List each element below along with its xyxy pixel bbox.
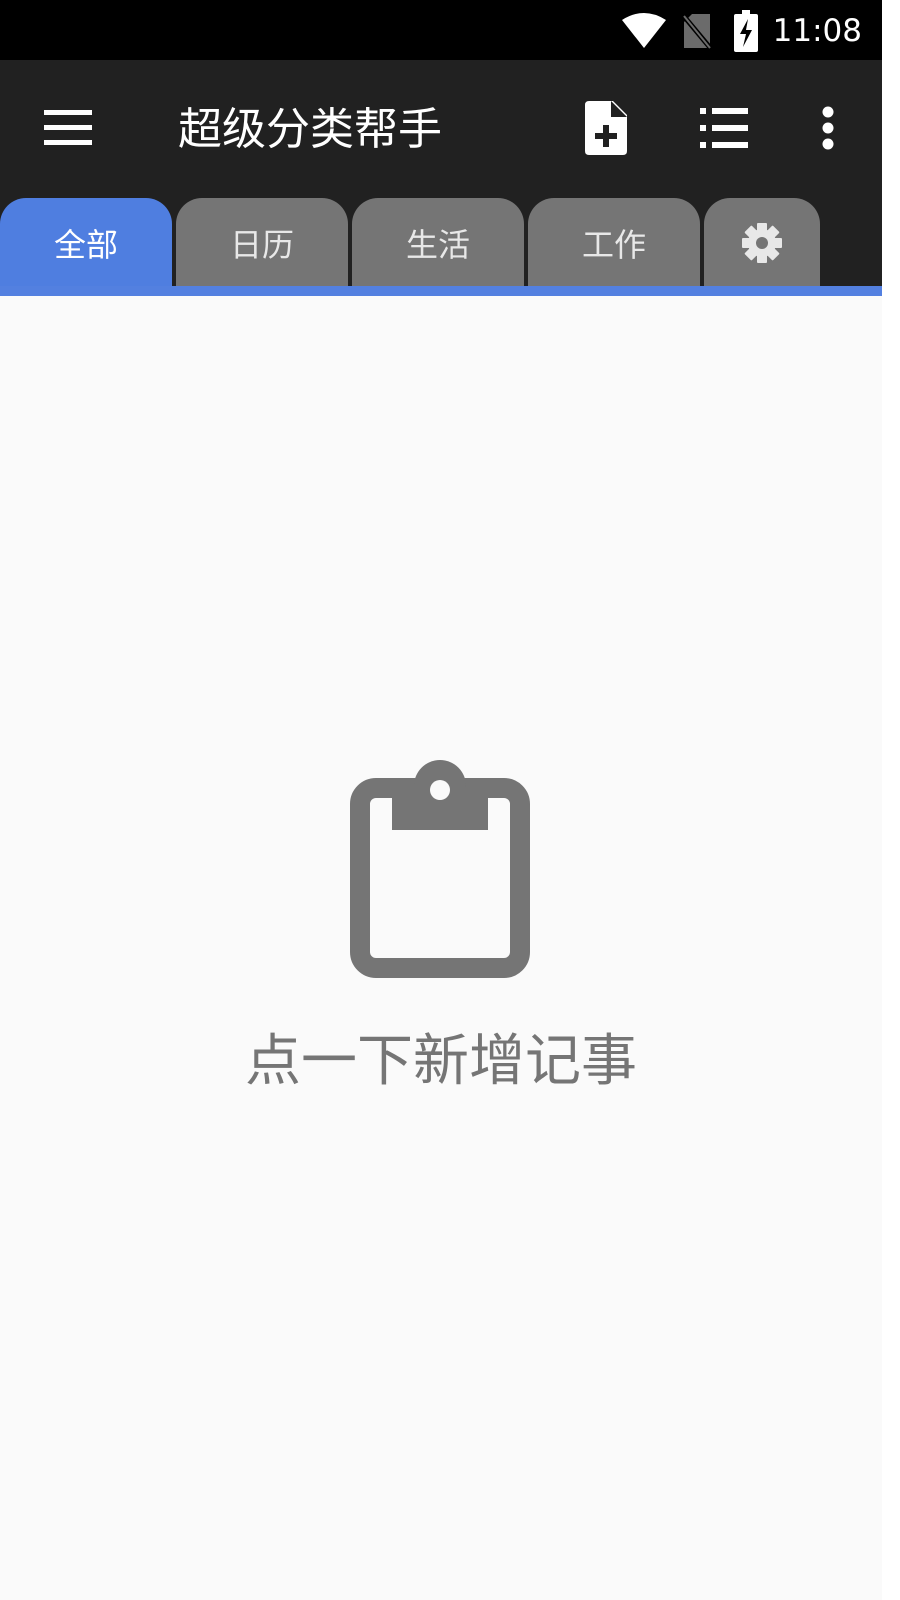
tab-all[interactable]: 全部: [0, 198, 172, 288]
screen: 11:08 超级分类帮手 全部 日历 生活 工作 点一下新增记事: [0, 0, 900, 1600]
tab-label: 生活: [405, 226, 470, 264]
list-view-button[interactable]: [692, 96, 756, 160]
tab-label: 工作: [581, 226, 646, 264]
add-note-icon: [585, 101, 627, 155]
tab-settings[interactable]: [704, 198, 820, 288]
settings-icon: [742, 223, 782, 263]
tab-indicator-bar: [0, 286, 882, 296]
status-bar: 11:08: [0, 0, 882, 60]
app-title: 超级分类帮手: [178, 104, 442, 155]
tab-label: 全部: [53, 226, 118, 264]
app-frame: 11:08 超级分类帮手 全部 日历 生活 工作 点一下新增记事: [0, 0, 882, 1600]
tab-work[interactable]: 工作: [528, 198, 700, 288]
status-time: 11:08: [772, 13, 862, 49]
app-bar: 超级分类帮手: [0, 60, 882, 196]
add-note-button[interactable]: [574, 96, 638, 160]
list-icon: [700, 108, 748, 148]
no-sim-icon: [682, 12, 712, 50]
tab-label: 日历: [229, 226, 294, 264]
wifi-icon: [622, 13, 666, 48]
menu-icon: [44, 110, 92, 145]
empty-state-message: 点一下新增记事: [245, 1029, 637, 1094]
battery-charging-icon: [734, 10, 758, 52]
more-vert-icon: [822, 106, 834, 150]
category-tabs: 全部 日历 生活 工作: [0, 196, 882, 288]
menu-button[interactable]: [36, 96, 100, 160]
tab-life[interactable]: 生活: [352, 198, 524, 288]
clipboard-icon: [350, 760, 530, 978]
tab-calendar[interactable]: 日历: [176, 198, 348, 288]
empty-state[interactable]: 点一下新增记事: [0, 296, 882, 1600]
overflow-menu-button[interactable]: [806, 96, 850, 160]
